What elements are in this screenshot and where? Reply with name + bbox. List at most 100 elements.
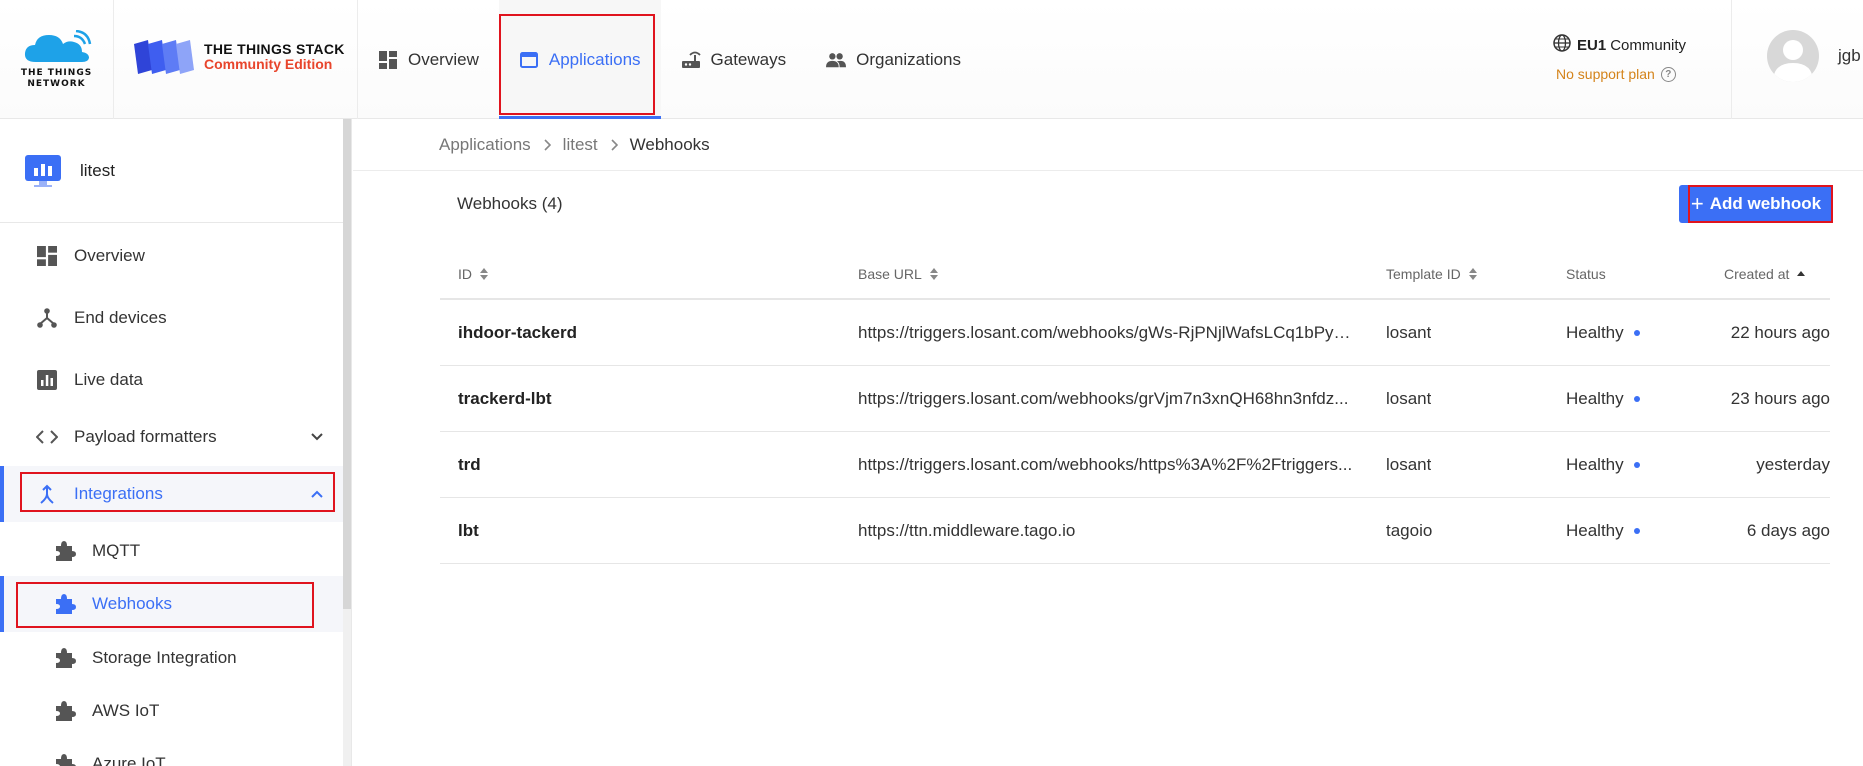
webhook-template: losant xyxy=(1386,323,1432,342)
app-name: litest xyxy=(80,160,115,180)
sort-icon xyxy=(929,268,938,280)
sidebar-item-storage-integration[interactable]: Storage Integration xyxy=(0,630,344,686)
webhook-created: 22 hours ago xyxy=(1730,323,1830,342)
status-dot xyxy=(1633,396,1640,402)
globe-icon xyxy=(1553,34,1571,56)
status-text: Healthy xyxy=(1566,389,1624,408)
sidebar-item-integrations[interactable]: Integrations xyxy=(0,466,344,522)
stack-logo-icon xyxy=(134,40,194,74)
table-title: Webhooks (4) xyxy=(457,194,563,213)
sidebar-item-webhooks[interactable]: Webhooks xyxy=(0,576,344,632)
nav-applications[interactable]: Applications xyxy=(498,0,661,119)
table-row[interactable]: lbt https://ttn.middleware.tago.io tagoi… xyxy=(440,498,1830,564)
sidebar-item-label: Storage Integration xyxy=(92,648,237,667)
puzzle-icon xyxy=(54,593,76,615)
webhook-created: 6 days ago xyxy=(1746,521,1830,540)
status-text: Healthy xyxy=(1566,521,1624,540)
sidebar-item-label: Webhooks xyxy=(92,594,173,613)
code-icon xyxy=(36,426,58,448)
sidebar: litest Overview End devices Live data Pa… xyxy=(0,119,352,766)
webhook-url: https://triggers.losant.com/webhooks/grV… xyxy=(858,389,1349,408)
app-monitor-icon xyxy=(25,154,61,187)
sidebar-item-mqtt[interactable]: MQTT xyxy=(0,523,344,579)
breadcrumb-applications[interactable]: Applications xyxy=(439,135,531,155)
nav-organizations[interactable]: Organizations xyxy=(806,0,981,119)
sidebar-item-overview[interactable]: Overview xyxy=(0,228,344,284)
nav-organizations-label: Organizations xyxy=(856,49,962,69)
dashboard-icon xyxy=(378,50,398,70)
table-row[interactable]: ihdoor-tackerd https://triggers.losant.c… xyxy=(440,300,1830,366)
nav-overview[interactable]: Overview xyxy=(358,0,499,119)
column-base-url[interactable]: Base URL xyxy=(858,248,938,300)
webhook-template: losant xyxy=(1386,455,1432,474)
webhook-status: Healthy xyxy=(1566,498,1640,564)
region-selector[interactable]: EU1 Community No support plan ? xyxy=(1553,34,1686,82)
support-plan: No support plan xyxy=(1556,66,1655,82)
avatar[interactable] xyxy=(1767,30,1819,82)
sidebar-scroll-thumb[interactable] xyxy=(343,119,351,609)
sidebar-item-label: MQTT xyxy=(92,541,141,560)
add-webhook-label: Add webhook xyxy=(1709,194,1822,213)
chevron-up-icon[interactable] xyxy=(310,487,324,501)
sort-icon xyxy=(480,268,488,280)
webhook-url: https://triggers.losant.com/webhooks/gWs… xyxy=(858,323,1356,342)
sidebar-item-label: Payload formatters xyxy=(74,427,217,446)
user-avatar-icon xyxy=(1773,40,1813,82)
column-label: Created at xyxy=(1724,266,1790,282)
sidebar-scrollbar[interactable] xyxy=(343,119,351,766)
plus-icon: + xyxy=(1690,191,1704,216)
sidebar-item-end-devices[interactable]: End devices xyxy=(0,290,344,346)
sort-asc-icon xyxy=(1797,271,1806,277)
cloud-icon xyxy=(24,29,91,62)
status-text: Healthy xyxy=(1566,455,1624,474)
status-dot xyxy=(1633,462,1640,468)
nav-gateways-label: Gateways xyxy=(710,49,787,69)
things-stack-logo[interactable]: THE THINGS STACK Community Edition xyxy=(134,40,345,74)
column-label: Base URL xyxy=(858,266,922,282)
ttn-logo[interactable]: THE THINGS NETWORK xyxy=(0,0,114,119)
breadcrumb-app[interactable]: litest xyxy=(563,135,598,155)
webhook-created: yesterday xyxy=(1756,455,1830,474)
column-template-id[interactable]: Template ID xyxy=(1386,248,1477,300)
ttn-logo-text: THE THINGS NETWORK xyxy=(20,67,93,89)
window-icon xyxy=(519,50,539,70)
table-row[interactable]: trackerd-lbt https://triggers.losant.com… xyxy=(440,366,1830,432)
chevron-right-icon xyxy=(610,138,618,151)
column-label: Status xyxy=(1566,266,1606,282)
nav-gateways[interactable]: Gateways xyxy=(661,0,807,119)
chevron-right-icon xyxy=(543,138,551,151)
dashboard-icon xyxy=(36,245,58,267)
column-id[interactable]: ID xyxy=(458,248,488,300)
chart-icon xyxy=(36,369,58,391)
sort-icon xyxy=(1468,268,1477,280)
sidebar-item-payload-formatters[interactable]: Payload formatters xyxy=(0,409,344,465)
router-icon xyxy=(681,50,701,70)
user-name[interactable]: jgb xyxy=(1838,46,1861,66)
stack-edition: Community Edition xyxy=(204,56,333,72)
status-text: Healthy xyxy=(1566,323,1624,342)
column-status: Status xyxy=(1566,248,1606,300)
app-header: litest xyxy=(0,119,344,223)
sidebar-item-live-data[interactable]: Live data xyxy=(0,352,344,408)
column-created-at[interactable]: Created at xyxy=(1724,248,1806,300)
puzzle-icon xyxy=(54,753,76,766)
sidebar-item-label: Overview xyxy=(74,246,145,265)
region-plan: Community xyxy=(1610,36,1687,54)
chevron-down-icon[interactable] xyxy=(310,430,324,444)
puzzle-icon xyxy=(54,540,76,562)
webhook-template: tagoio xyxy=(1386,521,1433,540)
breadcrumb: Applications litest Webhooks xyxy=(353,119,1863,171)
webhook-id: trackerd-lbt xyxy=(458,389,552,408)
stack-title: THE THINGS STACK xyxy=(204,41,345,57)
sidebar-item-aws-iot[interactable]: AWS IoT xyxy=(0,683,344,739)
help-icon[interactable]: ? xyxy=(1660,66,1676,82)
add-webhook-button[interactable]: + Add webhook xyxy=(1679,185,1833,223)
top-header: THE THINGS NETWORK THE THINGS STACK Comm… xyxy=(0,0,1863,119)
webhook-id: lbt xyxy=(458,521,479,540)
sidebar-item-azure-iot[interactable]: Azure IoT xyxy=(0,736,344,766)
webhook-created: 23 hours ago xyxy=(1730,389,1830,408)
table-row[interactable]: trd https://triggers.losant.com/webhooks… xyxy=(440,432,1830,498)
webhook-id: ihdoor-tackerd xyxy=(458,323,578,342)
sidebar-item-label: Integrations xyxy=(74,484,163,503)
webhook-url: https://triggers.losant.com/webhooks/htt… xyxy=(858,455,1353,474)
